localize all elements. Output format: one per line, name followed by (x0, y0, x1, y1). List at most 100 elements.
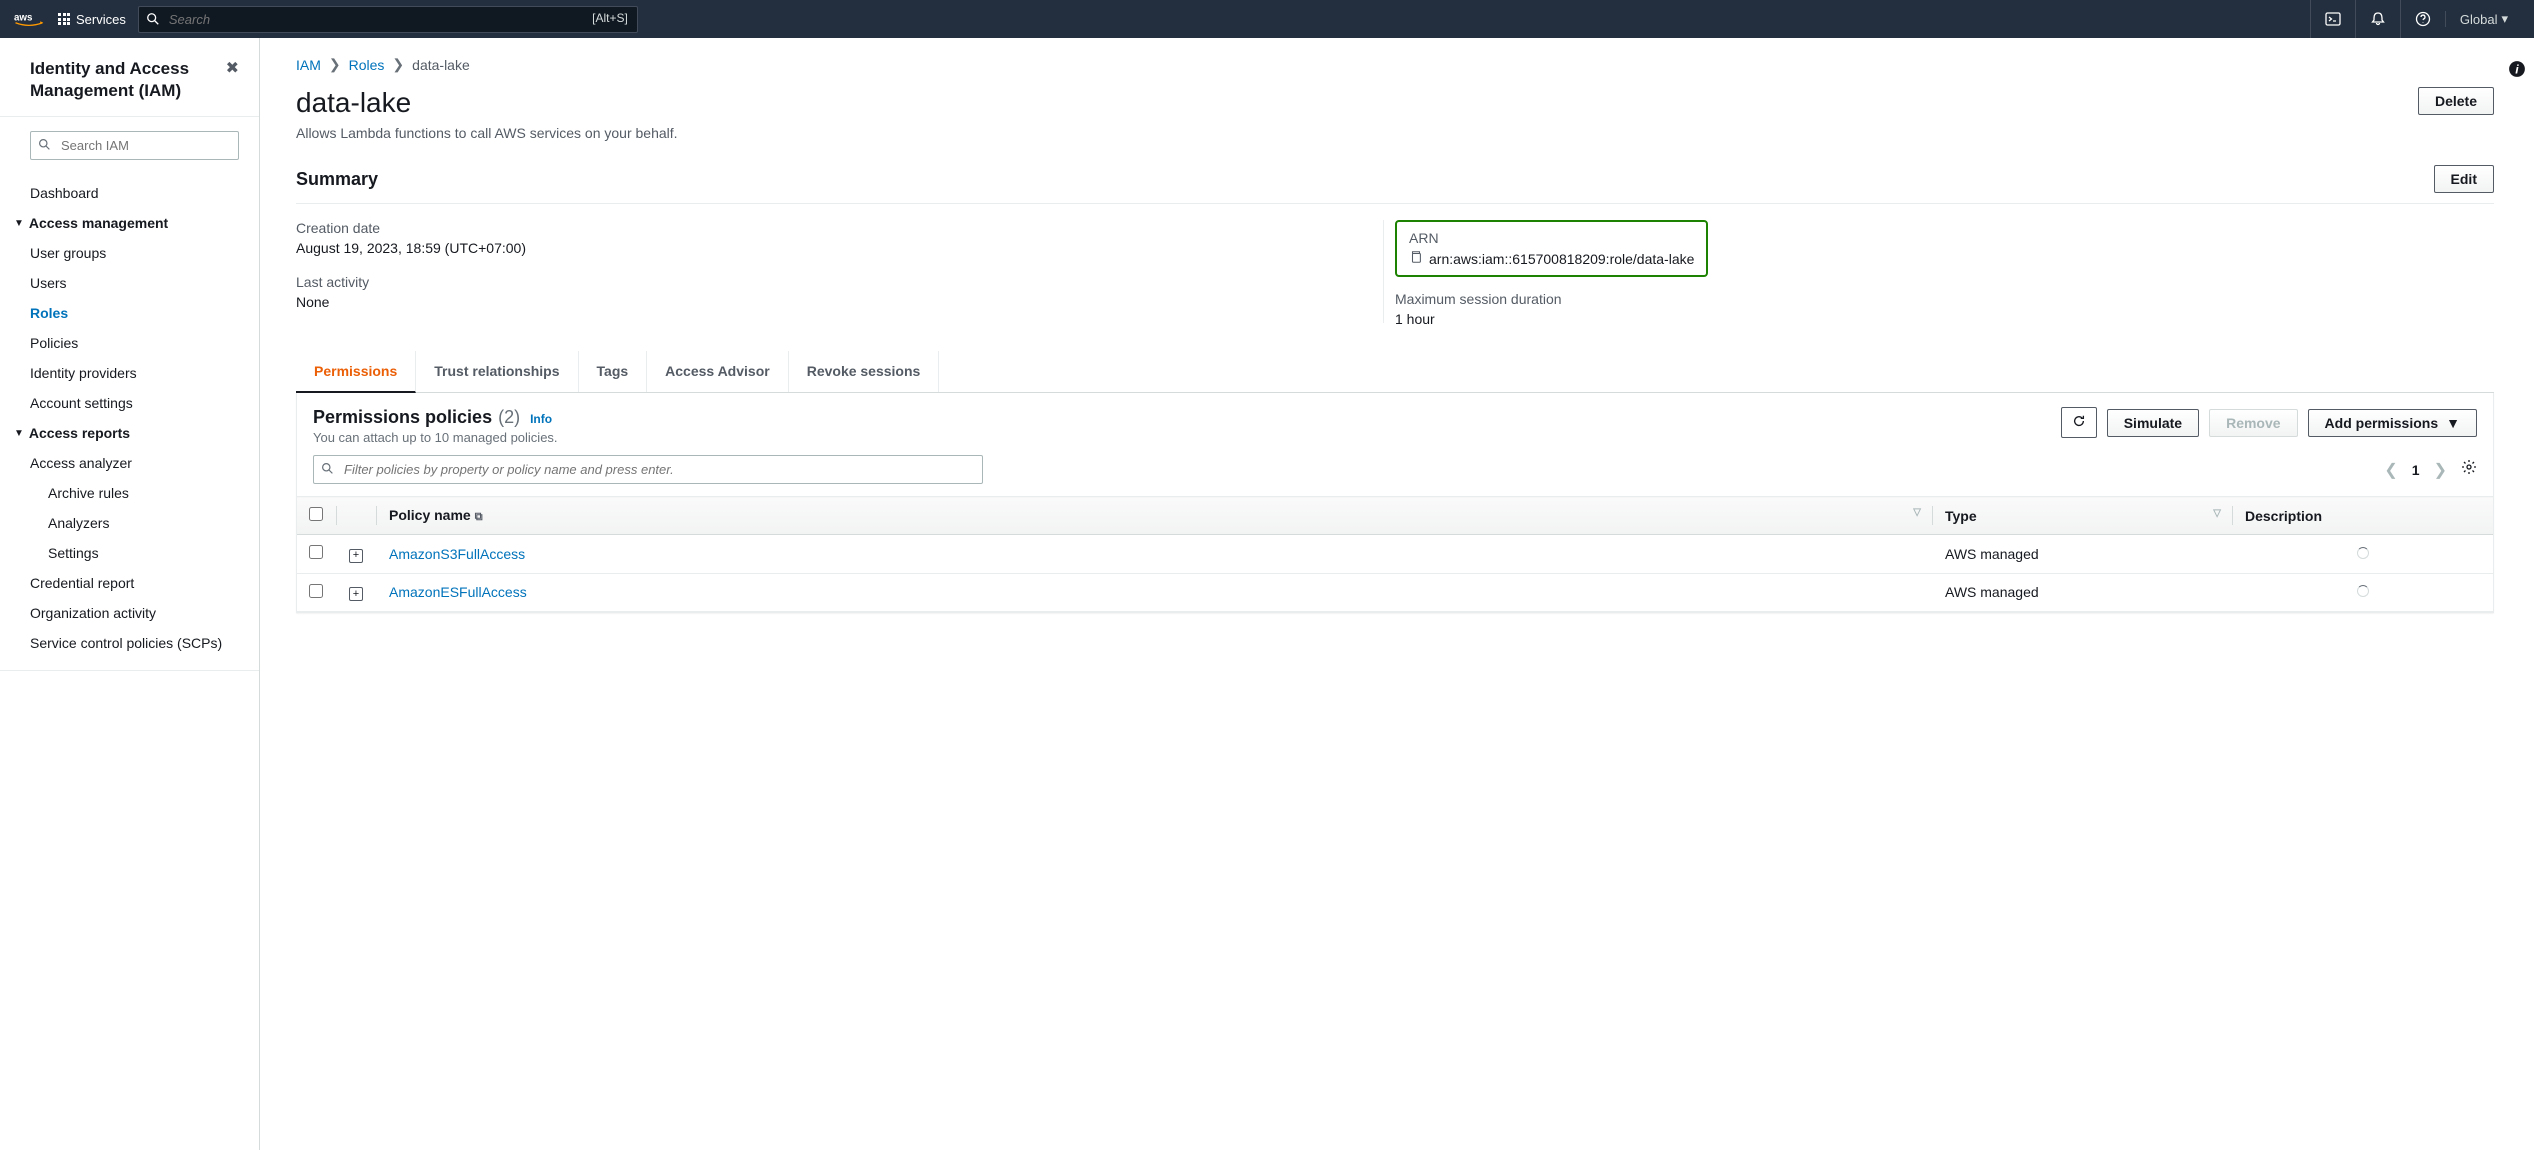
panel-subtitle: You can attach up to 10 managed policies… (313, 430, 558, 445)
policies-table: Policy name⧉▽ Type▽ Description + Amazon… (297, 496, 2493, 612)
nav-identity-providers[interactable]: Identity providers (0, 358, 259, 388)
select-all-checkbox[interactable] (309, 507, 323, 521)
max-session-value: 1 hour (1395, 311, 2494, 327)
caret-down-icon: ▼ (14, 218, 24, 229)
services-menu[interactable]: Services (58, 12, 126, 27)
svg-text:aws: aws (14, 13, 33, 24)
breadcrumb-roles[interactable]: Roles (349, 57, 385, 73)
tab-trust-relationships[interactable]: Trust relationships (416, 351, 578, 392)
nav-user-groups[interactable]: User groups (0, 238, 259, 268)
top-navigation: aws Services [Alt+S] Global▾ (0, 0, 2534, 38)
tab-tags[interactable]: Tags (579, 351, 648, 392)
arn-value: arn:aws:iam::615700818209:role/data-lake (1429, 251, 1694, 267)
loading-spinner-icon (2357, 585, 2369, 597)
nav-users[interactable]: Users (0, 268, 259, 298)
max-session-label: Maximum session duration (1395, 291, 2494, 307)
policies-count: (2) (498, 407, 520, 428)
policy-filter-input[interactable] (313, 455, 983, 484)
nav-dashboard[interactable]: Dashboard (0, 178, 259, 208)
svg-text:i: i (2515, 63, 2519, 77)
info-panel-toggle[interactable]: i (2508, 60, 2526, 83)
refresh-button[interactable] (2061, 407, 2097, 438)
cloudshell-button[interactable] (2310, 0, 2355, 38)
delete-button[interactable]: Delete (2418, 87, 2494, 115)
tabs: Permissions Trust relationships Tags Acc… (296, 351, 2494, 393)
tab-access-advisor[interactable]: Access Advisor (647, 351, 789, 392)
caret-down-icon: ▼ (14, 428, 24, 439)
breadcrumb-current: data-lake (412, 57, 470, 73)
nav-roles[interactable]: Roles (0, 298, 259, 328)
loading-spinner-icon (2357, 547, 2369, 559)
nav-credential-report[interactable]: Credential report (0, 568, 259, 598)
summary-grid: Creation date August 19, 2023, 18:59 (UT… (296, 220, 2494, 351)
last-activity-label: Last activity (296, 274, 1395, 290)
global-search-input[interactable] (138, 6, 638, 33)
nav-scps[interactable]: Service control policies (SCPs) (0, 628, 259, 658)
grid-icon (58, 13, 70, 25)
nav-archive-rules[interactable]: Archive rules (0, 478, 259, 508)
sort-icon[interactable]: ▽ (1913, 507, 1921, 518)
breadcrumb-iam[interactable]: IAM (296, 57, 321, 73)
help-button[interactable] (2400, 0, 2445, 38)
remove-button[interactable]: Remove (2209, 409, 2297, 437)
col-type[interactable]: Type▽ (1933, 497, 2233, 535)
services-label: Services (76, 12, 126, 27)
caret-down-icon: ▼ (2446, 415, 2460, 431)
info-link[interactable]: Info (530, 412, 552, 426)
region-selector[interactable]: Global▾ (2445, 11, 2522, 27)
nav-section-access-management[interactable]: ▼Access management (0, 208, 259, 238)
aws-logo[interactable]: aws (12, 10, 46, 28)
tab-permissions[interactable]: Permissions (296, 351, 416, 393)
breadcrumb: IAM ❯ Roles ❯ data-lake (296, 56, 2494, 73)
page-description: Allows Lambda functions to call AWS serv… (296, 125, 2494, 141)
expand-icon[interactable]: + (349, 549, 363, 563)
page-next-button[interactable]: ❯ (2434, 460, 2447, 480)
sidebar: Identity and Access Management (IAM) ✖ D… (0, 38, 260, 1150)
add-permissions-button[interactable]: Add permissions▼ (2308, 409, 2477, 437)
nav-policies[interactable]: Policies (0, 328, 259, 358)
close-sidebar-icon[interactable]: ✖ (226, 58, 239, 78)
row-checkbox[interactable] (309, 584, 323, 598)
chevron-right-icon: ❯ (329, 56, 341, 73)
permissions-panel: Permissions policies (2) Info You can at… (296, 393, 2494, 613)
sidebar-search-input[interactable] (30, 131, 239, 160)
notifications-button[interactable] (2355, 0, 2400, 38)
sidebar-title: Identity and Access Management (IAM) (30, 58, 226, 102)
external-link-icon: ⧉ (475, 511, 483, 523)
arn-highlight-box: ARN arn:aws:iam::615700818209:role/data-… (1395, 220, 1708, 277)
col-policy-name[interactable]: Policy name⧉▽ (377, 497, 1933, 535)
nav-organization-activity[interactable]: Organization activity (0, 598, 259, 628)
page-title: data-lake (296, 87, 411, 119)
policy-link[interactable]: AmazonS3FullAccess (389, 546, 525, 562)
copy-icon[interactable] (1409, 250, 1423, 267)
policy-link[interactable]: AmazonESFullAccess (389, 584, 527, 600)
global-search: [Alt+S] (138, 6, 638, 33)
permissions-policies-title: Permissions policies (313, 407, 492, 428)
nav-analyzers[interactable]: Analyzers (0, 508, 259, 538)
nav-settings[interactable]: Settings (0, 538, 259, 568)
last-activity-value: None (296, 294, 1395, 310)
nav-account-settings[interactable]: Account settings (0, 388, 259, 418)
main-content: IAM ❯ Roles ❯ data-lake data-lake Delete… (260, 38, 2534, 1150)
expand-icon[interactable]: + (349, 587, 363, 601)
nav-section-access-reports[interactable]: ▼Access reports (0, 418, 259, 448)
arn-label: ARN (1409, 230, 1694, 246)
table-row: + AmazonS3FullAccess AWS managed (297, 535, 2493, 574)
search-icon (321, 462, 334, 480)
page-prev-button[interactable]: ❮ (2384, 460, 2397, 480)
nav-access-analyzer[interactable]: Access analyzer (0, 448, 259, 478)
tab-revoke-sessions[interactable]: Revoke sessions (789, 351, 940, 392)
search-shortcut-hint: [Alt+S] (592, 11, 628, 25)
search-icon (146, 12, 160, 31)
policy-type: AWS managed (1933, 573, 2233, 612)
edit-button[interactable]: Edit (2434, 165, 2494, 193)
sort-icon[interactable]: ▽ (2213, 508, 2221, 519)
row-checkbox[interactable] (309, 545, 323, 559)
chevron-right-icon: ❯ (392, 56, 404, 73)
creation-date-value: August 19, 2023, 18:59 (UTC+07:00) (296, 240, 1395, 256)
simulate-button[interactable]: Simulate (2107, 409, 2199, 437)
table-settings-button[interactable] (2461, 459, 2477, 480)
summary-heading: Summary (296, 169, 378, 190)
caret-down-icon: ▾ (2501, 11, 2508, 27)
creation-date-label: Creation date (296, 220, 1395, 236)
